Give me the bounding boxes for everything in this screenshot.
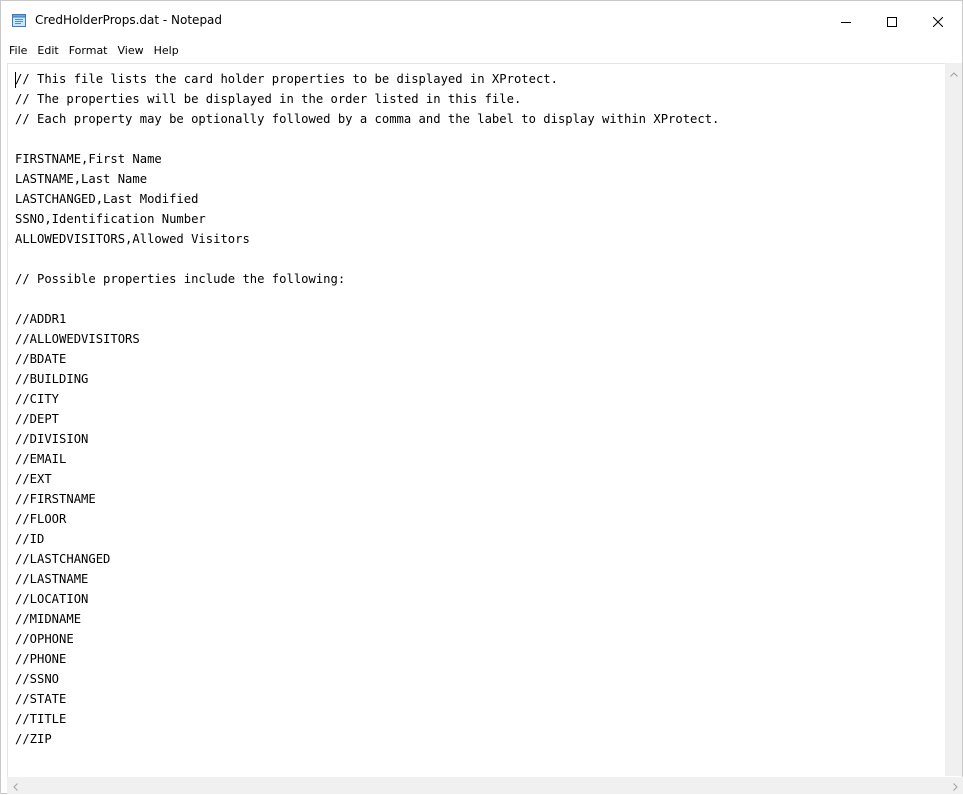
text-line: //PHONE (15, 652, 67, 666)
scroll-right-arrow-icon (953, 776, 958, 795)
scroll-left-button[interactable] (7, 777, 24, 794)
text-line: //STATE (15, 692, 67, 706)
menu-edit[interactable]: Edit (32, 41, 63, 61)
menu-view[interactable]: View (113, 41, 149, 61)
horizontal-scrollbar[interactable] (7, 777, 963, 794)
scroll-up-arrow-icon (949, 62, 958, 81)
scroll-left-arrow-icon (13, 776, 18, 795)
text-line: //DIVISION (15, 432, 89, 446)
notepad-icon[interactable] (11, 12, 27, 28)
menu-file[interactable]: File (4, 41, 32, 61)
text-line: //TITLE (15, 712, 67, 726)
text-line: //BUILDING (15, 372, 89, 386)
text-line: // Possible properties include the follo… (15, 272, 346, 286)
notepad-window: CredHolderProps.dat - Notepad File Edit … (0, 0, 963, 794)
text-line: ALLOWEDVISITORS,Allowed Visitors (15, 232, 250, 246)
minimize-icon (841, 12, 851, 31)
horizontal-scroll-thumb[interactable] (24, 779, 947, 792)
text-line: // This file lists the card holder prope… (15, 72, 558, 86)
menu-bar: File Edit Format View Help (1, 41, 962, 61)
text-editor[interactable]: // This file lists the card holder prope… (7, 63, 960, 777)
close-button[interactable] (915, 1, 961, 41)
text-line: //FLOOR (15, 512, 67, 526)
text-line: //MIDNAME (15, 612, 82, 626)
text-line: //EMAIL (15, 452, 67, 466)
text-line: //DEPT (15, 412, 60, 426)
text-line: //BDATE (15, 352, 67, 366)
text-line: //CITY (15, 392, 60, 406)
window-title: CredHolderProps.dat - Notepad (35, 13, 223, 27)
text-line (15, 129, 940, 149)
text-line: //ADDR1 (15, 312, 67, 326)
scroll-right-button[interactable] (947, 777, 963, 794)
text-line: //ID (15, 532, 45, 546)
menu-format[interactable]: Format (64, 41, 113, 61)
text-line: //FIRSTNAME (15, 492, 96, 506)
maximize-icon (887, 12, 897, 31)
menu-help[interactable]: Help (149, 41, 184, 61)
text-line (15, 249, 940, 269)
scroll-up-button[interactable] (945, 63, 962, 80)
close-icon (932, 12, 944, 31)
text-line: //ZIP (15, 732, 52, 746)
text-line: //EXT (15, 472, 52, 486)
text-line: SSNO,Identification Number (15, 212, 206, 226)
text-line: //ALLOWEDVISITORS (15, 332, 140, 346)
editor-text-area[interactable]: // This file lists the card holder prope… (15, 69, 940, 777)
text-line: //LASTNAME (15, 572, 89, 586)
text-line: LASTNAME,Last Name (15, 172, 148, 186)
vertical-scrollbar[interactable] (945, 63, 962, 776)
title-bar[interactable]: CredHolderProps.dat - Notepad (1, 1, 962, 41)
maximize-button[interactable] (869, 1, 915, 41)
text-line: // Each property may be optionally follo… (15, 112, 720, 126)
text-line: //LASTCHANGED (15, 552, 111, 566)
text-line: // The properties will be displayed in t… (15, 92, 522, 106)
text-line: //OPHONE (15, 632, 74, 646)
minimize-button[interactable] (823, 1, 869, 41)
text-line: //LOCATION (15, 592, 89, 606)
text-line: //SSNO (15, 672, 60, 686)
text-line (15, 289, 940, 309)
text-line: LASTCHANGED,Last Modified (15, 192, 199, 206)
text-line: FIRSTNAME,First Name (15, 152, 162, 166)
